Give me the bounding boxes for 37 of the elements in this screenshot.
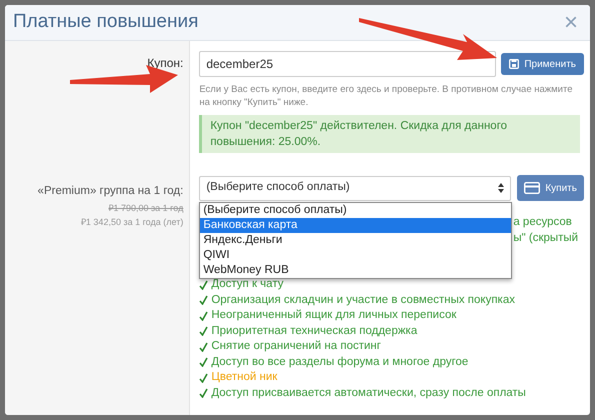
feature-text: Снятие ограничений на постинг bbox=[211, 339, 381, 354]
checkmark-icon bbox=[199, 372, 208, 383]
checkmark-icon bbox=[199, 357, 208, 368]
feature-text: Цветной ник bbox=[211, 370, 278, 386]
dropdown-option[interactable]: QIWI bbox=[200, 248, 512, 263]
select-arrows-icon bbox=[498, 183, 504, 193]
feature-text: а ресурсов bbox=[513, 215, 572, 230]
feature-text: Приоритетная техническая поддержка bbox=[211, 324, 418, 339]
coupon-field[interactable]: december25 bbox=[199, 51, 496, 77]
success-alert: Купон "december25" действителен. Скидка для данного повышения: 25.00%. bbox=[199, 115, 580, 153]
checkmark-icon bbox=[199, 295, 208, 306]
checkmark-icon bbox=[199, 342, 208, 352]
payment-select[interactable]: (Выберите способ оплаты) bbox=[199, 176, 512, 200]
dropdown-option[interactable]: WebMoney RUB bbox=[200, 263, 512, 278]
checkmark-icon bbox=[199, 310, 208, 321]
feature-text: Доступ присваивается автоматически, сразу после оплаты bbox=[211, 386, 526, 401]
feature-text: Неограниченный ящик для личных переписок bbox=[211, 308, 456, 324]
credit-card-icon bbox=[524, 182, 540, 194]
old-price: ₽1 790,00 за 1 год bbox=[108, 202, 184, 216]
field-label: Купон: bbox=[147, 55, 184, 72]
checkmark-icon bbox=[199, 388, 208, 398]
help-text: Если у Вас есть купон, введите его здесь и проверьте. В противном случае нажмите на кнопку "Купить" ниже. bbox=[199, 83, 574, 109]
discounted-price: ₽1 342,50 за 1 года (лет) bbox=[80, 216, 184, 229]
dropdown-option[interactable]: Яндекс.Деньги bbox=[200, 233, 512, 248]
dropdown-option[interactable]: Банковская карта bbox=[200, 218, 512, 233]
apply-button[interactable]: Применить bbox=[501, 53, 584, 75]
checkmark-icon bbox=[199, 326, 208, 336]
feature-text: Доступ к чату bbox=[211, 277, 284, 292]
buy-button[interactable]: Купить bbox=[517, 175, 584, 201]
feature-text: Доступ во все разделы форума и многое другое bbox=[211, 354, 468, 370]
modal-title: Платные повышения bbox=[13, 10, 198, 34]
field-label: «Premium» группа на 1 год: bbox=[38, 184, 184, 199]
dropdown-option[interactable]: (Выберите способ оплаты) bbox=[200, 203, 512, 218]
save-icon bbox=[509, 59, 520, 69]
feature-text: ы" (скрытый bbox=[513, 230, 578, 246]
feature-text: Организация складчин и участие в совместных покупках bbox=[211, 292, 515, 308]
checkmark-icon bbox=[199, 280, 208, 290]
